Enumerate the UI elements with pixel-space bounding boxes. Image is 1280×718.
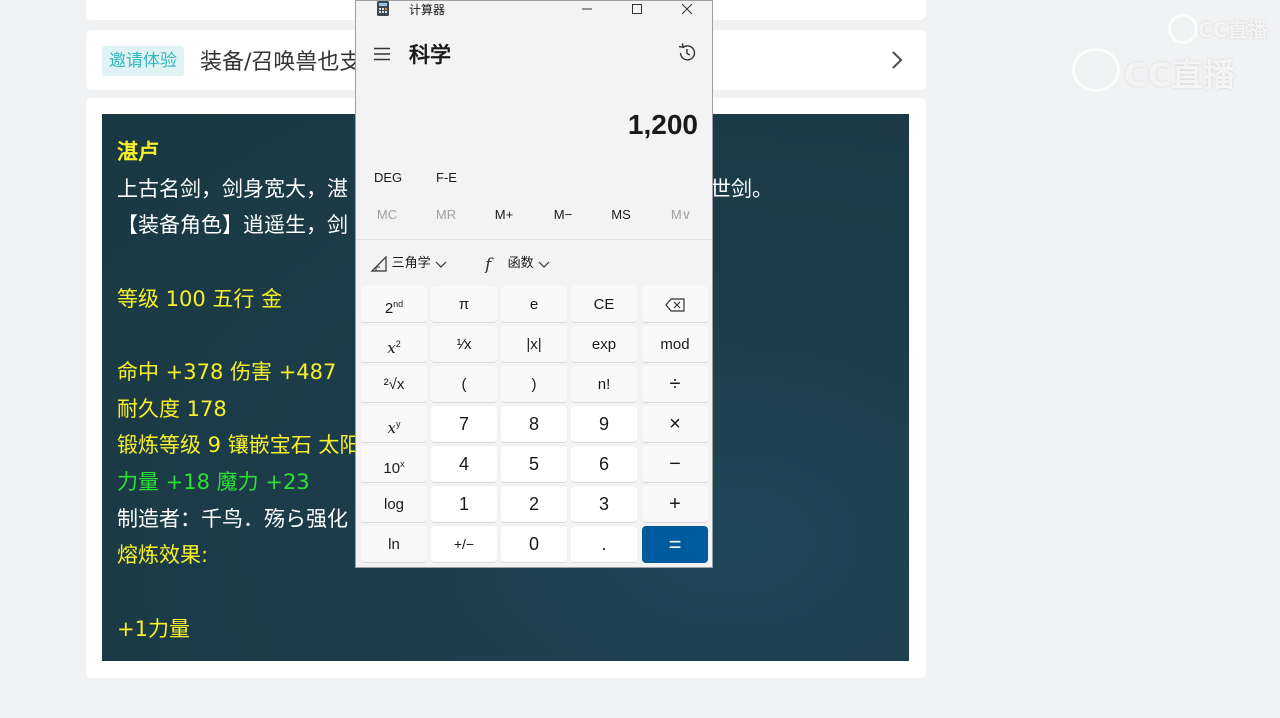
close-icon[interactable]	[676, 1, 698, 17]
square-button[interactable]: x2	[361, 326, 427, 363]
item-forge: 锻炼等级 9 镶嵌宝石 太阳	[117, 433, 361, 457]
angle-mode-button[interactable]: DEG	[374, 170, 402, 185]
absolute-button[interactable]: |x|	[501, 326, 567, 363]
clear-entry-button[interactable]: CE	[571, 286, 637, 323]
digit-5-button[interactable]: 5	[501, 446, 567, 483]
digit-0-button[interactable]: 0	[501, 526, 567, 563]
item-attributes: 力量 +18 魔力 +23	[117, 470, 310, 494]
chevron-down-icon	[538, 261, 550, 268]
item-desc: 上古名剑，剑身宽大，湛	[117, 177, 348, 201]
pi-button[interactable]: π	[431, 286, 497, 323]
digit-1-button[interactable]: 1	[431, 486, 497, 523]
memory-clear-button[interactable]: MC	[362, 207, 412, 222]
invite-badge: 邀请体验	[102, 46, 184, 76]
title-bar[interactable]: 计算器	[356, 1, 712, 19]
calculator-app-icon	[377, 1, 389, 16]
digit-7-button[interactable]: 7	[431, 406, 497, 443]
plus-button[interactable]: +	[642, 486, 708, 523]
memory-list-button[interactable]: M∨	[656, 207, 706, 223]
minus-button[interactable]: −	[642, 446, 708, 483]
watermark-large: CC直播	[1124, 56, 1235, 94]
digit-8-button[interactable]: 8	[501, 406, 567, 443]
item-maker: 制造者：千鸟．殇ら强化	[117, 507, 348, 531]
right-paren-button[interactable]: )	[501, 366, 567, 403]
square-root-button[interactable]: ²√x	[361, 366, 427, 403]
minimize-icon[interactable]	[576, 1, 598, 17]
function-dropdown[interactable]: f 函数	[482, 252, 551, 275]
power-button[interactable]: xy	[361, 406, 427, 443]
divider	[356, 239, 712, 240]
reciprocal-button[interactable]: ¹⁄x	[431, 326, 497, 363]
exp-button[interactable]: exp	[571, 326, 637, 363]
digit-9-button[interactable]: 9	[571, 406, 637, 443]
decimal-button[interactable]: .	[571, 526, 637, 563]
mod-button[interactable]: mod	[642, 326, 708, 363]
history-icon[interactable]	[676, 42, 698, 64]
chevron-right-icon[interactable]	[884, 48, 908, 72]
equals-button[interactable]: =	[642, 526, 708, 563]
digit-3-button[interactable]: 3	[571, 486, 637, 523]
left-paren-button[interactable]: (	[431, 366, 497, 403]
digit-4-button[interactable]: 4	[431, 446, 497, 483]
menu-icon[interactable]	[373, 47, 391, 61]
watermark-logo-large-icon	[1072, 48, 1120, 92]
calculator-window[interactable]: 计算器 科学 1,200 DEG F-E MC MR M+ M− MS M∨ 三…	[355, 0, 713, 568]
fe-button[interactable]: F-E	[436, 170, 457, 185]
app-title: 计算器	[409, 3, 446, 17]
chevron-down-icon	[435, 261, 447, 268]
display-value: 1,200	[627, 109, 698, 140]
item-role: 【装备角色】逍遥生，剑	[117, 213, 348, 237]
divide-button[interactable]: ÷	[642, 366, 708, 403]
svg-text:f: f	[483, 255, 494, 273]
backspace-icon	[665, 298, 685, 312]
invite-text: 装备/召唤兽也支	[200, 50, 362, 75]
trigonometry-dropdown[interactable]: 三角学	[370, 252, 448, 273]
backspace-button[interactable]	[642, 286, 708, 323]
log-button[interactable]: log	[361, 486, 427, 523]
item-smelt-effect: +1力量	[117, 617, 190, 641]
watermark-small: CC直播	[1198, 18, 1268, 42]
item-hit-damage: 命中 +378 伤害 +487	[117, 360, 337, 384]
function-label: 函数	[507, 255, 534, 270]
item-name: 湛卢	[117, 140, 159, 164]
multiply-button[interactable]: ×	[642, 406, 708, 443]
item-smelt-title: 熔炼效果:	[117, 543, 209, 567]
ln-button[interactable]: ln	[361, 526, 427, 563]
item-level: 等级 100 五行 金	[117, 287, 283, 311]
memory-recall-button[interactable]: MR	[421, 207, 471, 222]
maximize-icon[interactable]	[626, 1, 648, 17]
digit-6-button[interactable]: 6	[571, 446, 637, 483]
digit-2-button[interactable]: 2	[501, 486, 567, 523]
negate-button[interactable]: +/−	[431, 526, 497, 563]
memory-store-button[interactable]: MS	[596, 207, 646, 222]
memory-add-button[interactable]: M+	[479, 207, 529, 222]
item-durability: 耐久度 178	[117, 397, 227, 421]
e-button[interactable]: e	[501, 286, 567, 323]
second-button[interactable]: 2nd	[361, 286, 427, 323]
watermark-logo-small-icon	[1168, 14, 1198, 44]
factorial-button[interactable]: n!	[571, 366, 637, 403]
item-desc-tail: 世剑。	[710, 177, 773, 201]
ten-power-button[interactable]: 10x	[361, 446, 427, 483]
trigonometry-label: 三角学	[391, 255, 431, 270]
function-icon: f	[483, 255, 494, 275]
memory-subtract-button[interactable]: M−	[538, 207, 588, 222]
triangle-ruler-icon	[370, 255, 387, 272]
mode-title: 科学	[409, 44, 451, 67]
